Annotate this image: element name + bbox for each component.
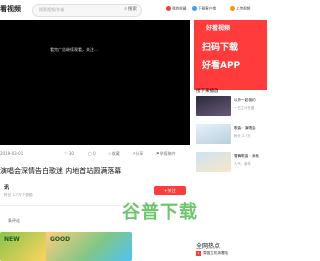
up-next-sub: 粉丝 2.7万 — [234, 134, 251, 138]
top-bar: 看视频 搜索视频/作者 ⌕搜索 我的收藏 下载客户端 上传视频 — [0, 0, 267, 21]
upload-link[interactable]: 上传视频 — [230, 6, 250, 12]
favorites-link[interactable]: 我的收藏 — [166, 6, 186, 12]
download-client-link[interactable]: 下载客户端 — [192, 6, 216, 12]
hot-topic-item[interactable]: 1 周国立机场着陆 — [196, 251, 228, 256]
up-next-heading: 接下来播放 — [196, 89, 219, 94]
thumb-label: GOOD — [50, 236, 71, 243]
author-name[interactable]: 讯 — [4, 184, 9, 191]
app-download-ad[interactable]: 好看视频 扫码下载 好看APP — [194, 20, 267, 90]
comment-icon: ▢ — [88, 151, 92, 156]
up-next-sub: 人气：新年 — [234, 162, 251, 166]
up-next-thumb — [196, 152, 231, 172]
up-next-title: 以外一起相约 — [234, 98, 256, 102]
player-hint: 看完广告继续观看，关注... — [50, 47, 98, 52]
collect-button[interactable]: ☆收藏 — [108, 151, 120, 157]
heart-icon — [166, 6, 171, 11]
thumb-up-icon: ♡ — [64, 151, 68, 156]
ad-brand: 好看视频 — [206, 25, 231, 32]
related-thumb[interactable]: GOOD — [46, 232, 132, 261]
publish-date: 2019-03-01 — [0, 151, 24, 156]
share-button[interactable]: ↗分享 — [132, 151, 143, 157]
site-logo[interactable]: 看视频 — [0, 4, 21, 14]
up-next-item[interactable]: 歌曲：演唱会 粉丝 2.7万 — [196, 124, 267, 146]
video-player[interactable]: 看完广告继续观看，关注... — [0, 20, 190, 145]
upload-icon — [230, 6, 235, 11]
thumb-label: NEW — [4, 236, 20, 243]
up-next-item[interactable]: 雪舞歌曲 · 深秋 人气：新年 — [196, 152, 267, 174]
search-input[interactable]: 搜索视频/作者 — [39, 7, 64, 13]
comment-button[interactable]: ▢ 0 — [88, 151, 96, 156]
up-next-thumb — [196, 124, 231, 144]
report-button[interactable]: ⚑举报稿件 — [156, 151, 176, 157]
video-meta-bar: 2019-03-01 ♡ 30 ▢ 0 ☆收藏 ↗分享 ⚑举报稿件 — [0, 147, 190, 159]
search-button[interactable]: ⌕搜索 — [124, 6, 137, 12]
follow-button[interactable]: +关注 — [154, 186, 186, 195]
ad-line1: 扫码下载 — [202, 43, 239, 53]
rank-badge: 1 — [196, 251, 201, 256]
watermark: 谷普下载 — [122, 202, 198, 223]
video-title: 演唱会深情告白歌迷 内地首站圆满落幕 — [0, 167, 122, 175]
download-icon — [192, 6, 197, 11]
comment-count: 条评论 — [8, 218, 20, 223]
ad-line2: 好看APP — [202, 61, 241, 71]
up-next-thumb — [196, 96, 231, 116]
hot-topics-heading: 全网热点 — [196, 243, 221, 250]
up-next-sub: 一日之计在晨 — [234, 106, 255, 110]
like-button[interactable]: ♡ 30 — [64, 151, 74, 156]
up-next-item[interactable]: 以外一起相约 一日之计在晨 — [196, 96, 267, 118]
up-next-title: 雪舞歌曲 · 深秋 — [234, 154, 259, 158]
search-icon: ⌕ — [124, 6, 127, 12]
search-box[interactable]: 搜索视频/作者 ⌕搜索 — [32, 4, 142, 17]
up-next-title: 歌曲：演唱会 — [234, 126, 256, 130]
author-desc: 粉丝 2.7万个视频 — [4, 193, 33, 197]
